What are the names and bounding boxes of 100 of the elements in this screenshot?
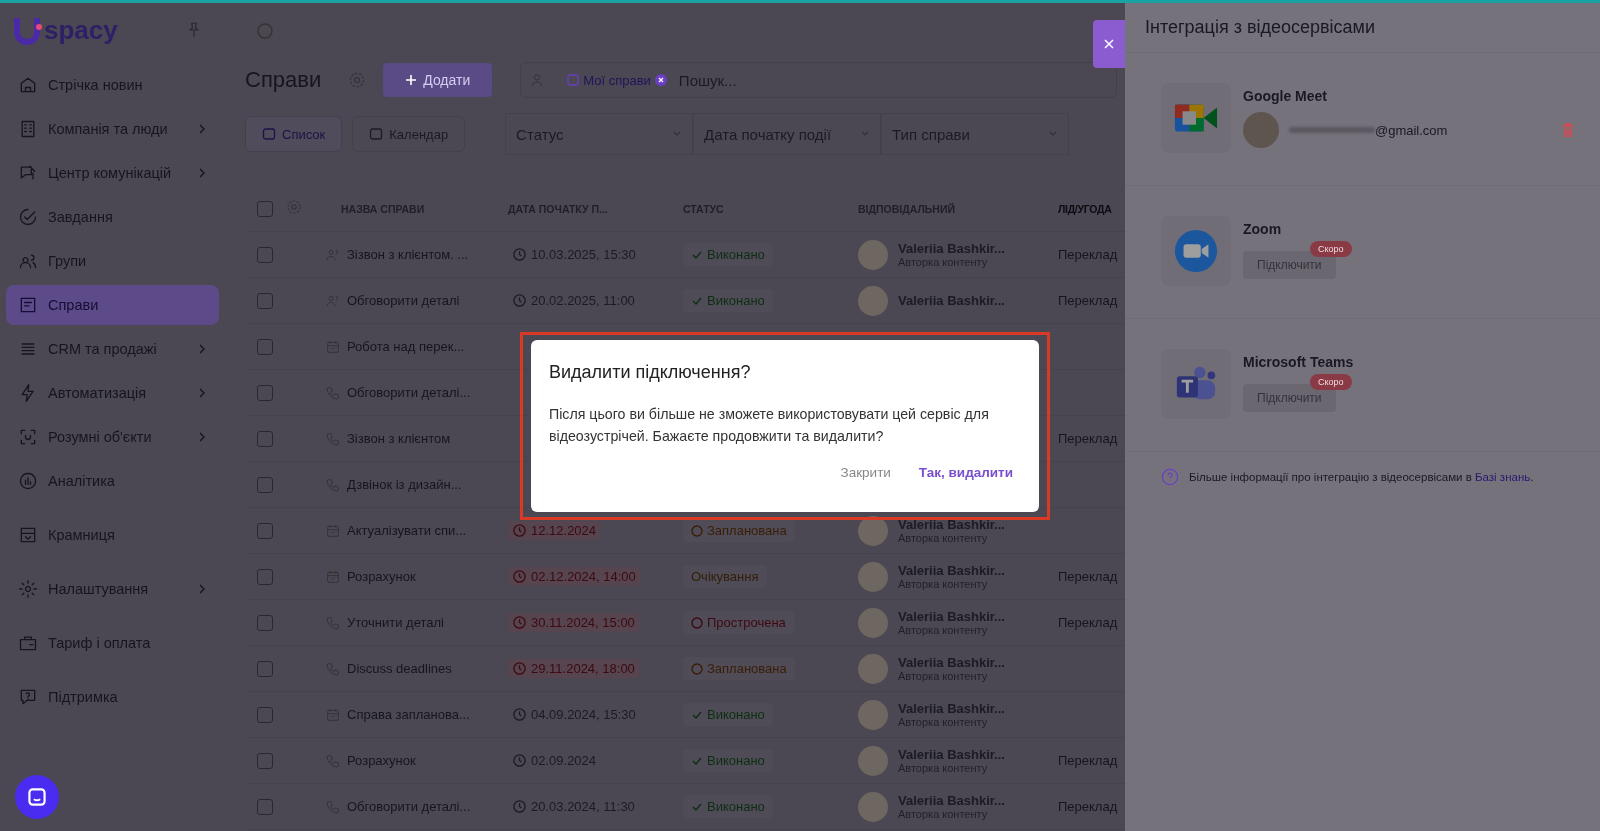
sidebar-item[interactable]: Компанія та люди [6,109,219,149]
avatar [858,285,888,316]
clock-icon [512,798,527,814]
avatar [858,607,888,638]
phone-icon [325,660,341,677]
row-checkbox[interactable] [257,614,273,631]
clock-icon [512,614,527,630]
clock-icon [512,522,527,538]
row-checkbox[interactable] [257,522,273,539]
date-label: 30.11.2024, 15:00 [508,612,639,632]
phone-icon [325,614,341,631]
phone-icon [325,476,341,493]
clock-icon [512,706,527,722]
dialog-title: Видалити підключення? [549,362,752,383]
row-checkbox[interactable] [257,430,273,447]
phone-icon [325,798,341,815]
avatar [858,745,888,776]
soon-badge: Скоро [1310,374,1352,390]
account-email: @gmail.com [1375,122,1449,138]
status-badge[interactable]: Виконано [683,243,773,266]
dialog-message: Після цього ви більше не зможете використовувати цей сервіс для відеозустрічей. Бажаєте продовжити та видалити? [549,405,990,446]
chevron-icon [197,584,207,594]
view-icon [262,127,276,141]
sidebar-item[interactable]: Налаштування [6,569,219,609]
status-badge[interactable]: Прострочена [683,611,794,634]
calendar-icon [325,706,341,723]
chevron-icon [197,168,207,178]
sidebar-item[interactable]: Завдання [6,197,219,237]
square-icon [567,74,580,86]
circle-icon [691,662,703,675]
clock-icon [512,246,527,262]
circle-icon [691,524,703,537]
date-label: 02.12.2024, 14:00 [508,566,640,586]
account-avatar [1243,112,1279,148]
task-name[interactable]: Розрахунок [347,569,416,584]
task-name[interactable]: Discuss deadlines [347,661,452,676]
service-name: Zoom [1243,221,1283,237]
status-badge[interactable]: Виконано [683,795,773,818]
column-header: ЛІД/УГОДА [1058,203,1113,215]
select-all-checkbox[interactable] [257,201,273,217]
help-text: Більше інформації про інтеграцію з відеосервісами в Базі знань. [1189,471,1534,483]
clock-icon [512,660,527,676]
date-label: 12.12.2024 [508,520,601,540]
view-icon [369,127,384,141]
status-badge[interactable]: Запланована [683,657,795,680]
status-badge[interactable]: Очікування [683,565,767,588]
chevron-icon [197,344,207,354]
delete-icon[interactable] [1560,122,1576,138]
row-checkbox[interactable] [257,476,273,493]
video-camera-icon [1173,228,1219,274]
row-checkbox[interactable] [257,246,273,263]
sidebar-item[interactable]: Справи [6,285,219,325]
close-icon [1103,38,1115,50]
service-name: Google Meet [1243,88,1328,104]
clock-icon [512,568,527,584]
circle-icon[interactable] [255,21,275,41]
remove-icon[interactable] [654,74,667,86]
date-label: 29.11.2024, 18:00 [508,658,639,678]
task-name[interactable]: Розрахунок [347,753,416,768]
calendar-icon [325,522,341,539]
clock-icon [512,752,527,768]
soon-badge: Скоро [1310,241,1352,257]
page-title: Справи [245,67,322,93]
settings-icon[interactable] [285,198,303,216]
circle-icon [691,616,703,629]
chevron-icon [197,388,207,398]
avatar [858,791,888,822]
avatar [858,561,888,592]
view-tab[interactable]: Список [245,116,343,152]
phone-icon [325,752,341,769]
sidebar-item[interactable]: Автоматизація [6,373,219,413]
add-button[interactable]: Додати [383,63,493,97]
panel-title: Інтеграція з відеосервісами [1125,3,1600,53]
row-checkbox[interactable] [257,292,273,309]
status-badge[interactable]: Виконано [683,289,773,312]
chevron-icon [197,432,207,442]
status-badge[interactable]: Запланована [683,519,795,542]
status-badge[interactable]: Виконано [683,703,773,726]
phone-icon [325,384,341,401]
status-badge[interactable]: Виконано [683,749,773,772]
sidebar-item[interactable]: Підтримка [6,677,219,717]
sidebar-item[interactable]: Аналітика [6,461,219,501]
chevron-icon [197,124,207,134]
calendar-icon [325,568,341,585]
avatar [858,653,888,684]
row-checkbox[interactable] [257,706,273,723]
row-checkbox[interactable] [257,338,273,355]
row-checkbox[interactable] [257,798,273,815]
phone-icon [325,430,341,447]
row-checkbox[interactable] [257,660,273,677]
avatar [858,239,888,270]
help-icon[interactable] [1161,468,1179,486]
close-button[interactable] [1093,20,1125,68]
row-checkbox[interactable] [257,568,273,585]
chat-button[interactable] [15,775,59,819]
row-checkbox[interactable] [257,384,273,401]
calendar-icon [325,338,341,355]
plus-icon [405,74,418,86]
avatar [858,699,888,730]
row-checkbox[interactable] [257,752,273,769]
